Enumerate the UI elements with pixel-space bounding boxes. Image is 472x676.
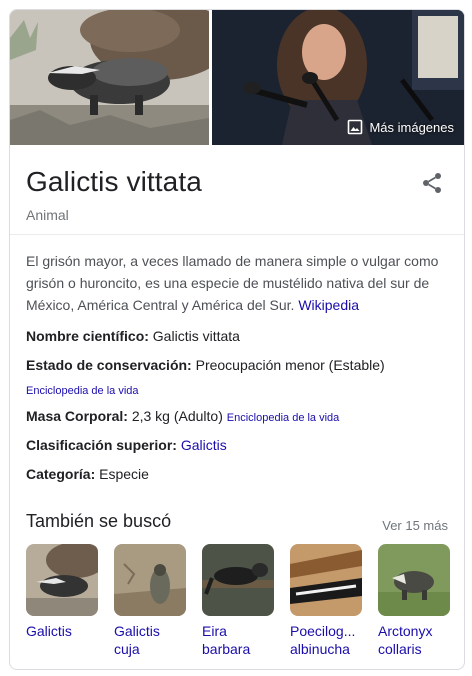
fact-label: Clasificación superior:	[26, 437, 177, 453]
fact-value: Especie	[99, 466, 149, 482]
related-entity-arctonyx-collaris[interactable]: Arctonyx collaris	[378, 544, 450, 658]
eol-source-link[interactable]: Enciclopedia de la vida	[227, 412, 340, 424]
fact-value: Galictis vittata	[152, 328, 240, 344]
eol-source-link[interactable]: Enciclopedia de la vida	[26, 385, 139, 397]
related-entity-eira-barbara[interactable]: Eira barbara	[202, 544, 274, 658]
related-entity-galictis-cuja[interactable]: Galictis cuja	[114, 544, 186, 658]
image-strip[interactable]: Más imágenes	[10, 10, 464, 145]
description: El grisón mayor, a veces llamado de mane…	[26, 250, 450, 316]
more-images-label: Más imágenes	[369, 119, 454, 135]
fact-conservation-status: Estado de conservación: Preocupación men…	[26, 357, 450, 373]
related-entity-label: Arctonyx collaris	[378, 623, 433, 657]
related-entity-poecilogale-albinucha[interactable]: Poecilog... albinucha	[290, 544, 362, 658]
fact-label: Nombre científico:	[26, 328, 149, 344]
fact-rank: Categoría: Especie	[26, 466, 450, 482]
share-button[interactable]	[420, 171, 444, 195]
description-text: El grisón mayor, a veces llamado de mane…	[26, 253, 439, 313]
fact-parent-taxon: Clasificación superior: Galictis	[26, 437, 450, 453]
panel-subtitle: Animal	[26, 207, 69, 223]
hero-image-musician[interactable]: Más imágenes	[212, 10, 464, 145]
fact-label: Estado de conservación:	[26, 357, 192, 373]
thumbnail-image	[202, 544, 274, 616]
grison-photo	[10, 10, 209, 145]
related-entity-label: Galictis	[26, 623, 72, 639]
thumbnail-image	[378, 544, 450, 616]
related-entity-label: Eira barbara	[202, 623, 251, 657]
related-entity-galictis[interactable]: Galictis	[26, 544, 98, 640]
fact-value: Preocupación menor (Estable)	[195, 357, 385, 373]
thumbnail-image	[114, 544, 186, 616]
fact-label: Masa Corporal:	[26, 408, 128, 424]
fact-scientific-name: Nombre científico: Galictis vittata	[26, 328, 450, 344]
also-searched-carousel: Galictis Galictis cuja Eira barbara Poec…	[26, 544, 464, 664]
panel-header: Galictis vittata Animal	[10, 145, 464, 235]
fact-source-row: Enciclopedia de la vida	[26, 381, 450, 397]
thumbnail-image	[290, 544, 362, 616]
fact-label: Categoría:	[26, 466, 96, 482]
more-images-button[interactable]: Más imágenes	[343, 116, 458, 138]
wikipedia-link[interactable]: Wikipedia	[298, 297, 359, 313]
galictis-link[interactable]: Galictis	[181, 437, 227, 453]
knowledge-panel: Más imágenes Galictis vittata Animal El …	[9, 9, 465, 670]
also-searched-heading: También se buscó	[26, 511, 172, 531]
hero-image-grison[interactable]	[10, 10, 209, 145]
image-icon	[348, 119, 363, 135]
panel-title: Galictis vittata	[26, 166, 202, 197]
fact-body-mass: Masa Corporal: 2,3 kg (Adulto) Enciclope…	[26, 408, 450, 424]
related-entity-label: Poecilog... albinucha	[290, 623, 356, 657]
fact-value: 2,3 kg (Adulto)	[131, 408, 223, 424]
related-entity-label: Galictis cuja	[114, 623, 160, 657]
thumbnail-image	[26, 544, 98, 616]
share-icon	[423, 173, 441, 193]
see-more-link[interactable]: Ver 15 más	[382, 518, 448, 533]
